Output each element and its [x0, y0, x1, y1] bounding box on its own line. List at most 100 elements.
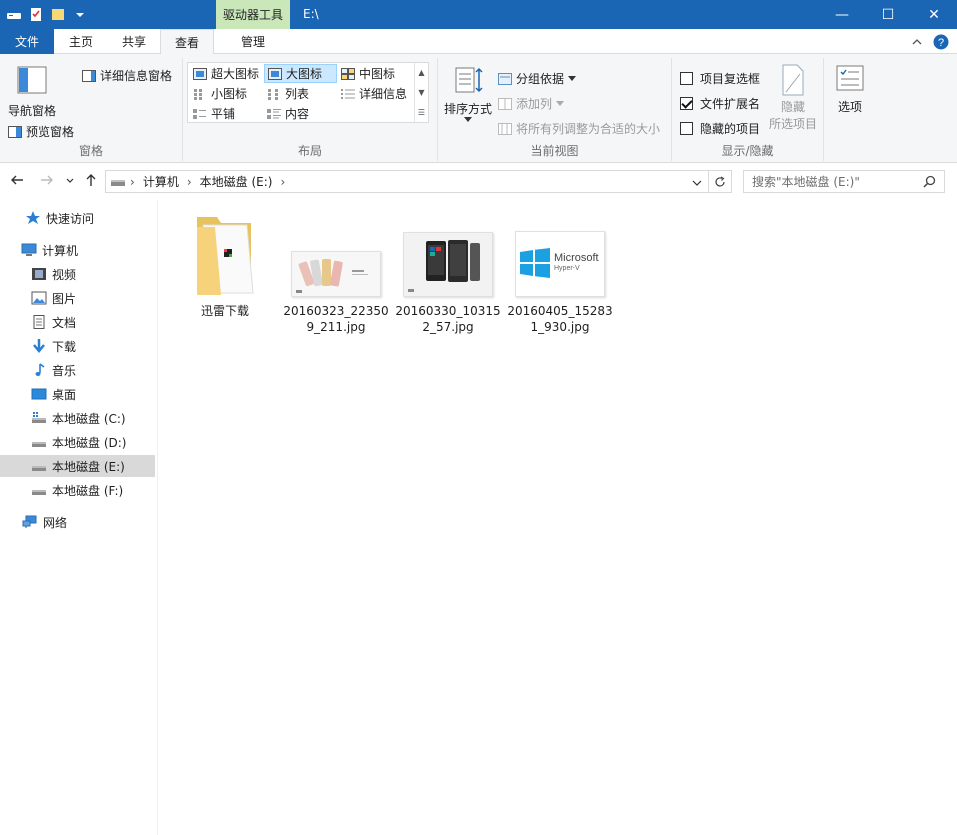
- breadcrumb-computer[interactable]: 计算机: [143, 173, 179, 190]
- properties-icon[interactable]: [28, 6, 44, 22]
- layout-large-icons[interactable]: 大图标: [264, 64, 337, 83]
- image-thumbnail: [291, 251, 381, 297]
- nav-label: 音乐: [52, 363, 77, 378]
- nav-item-pictures[interactable]: 图片: [0, 287, 155, 309]
- breadcrumb-separator[interactable]: ›: [130, 175, 135, 189]
- nav-item-music[interactable]: 音乐: [0, 359, 155, 381]
- scroll-down-icon[interactable]: ▼: [418, 88, 424, 97]
- file-item-image[interactable]: Microsoft Hyper-V 20160405_152831_930.jp…: [506, 213, 614, 335]
- new-folder-icon[interactable]: [50, 6, 66, 22]
- sort-icon: [455, 67, 483, 93]
- windows-logo-icon: [520, 248, 550, 278]
- layout-content[interactable]: 内容: [264, 104, 312, 123]
- sort-by-button[interactable]: 排序方式: [442, 64, 494, 122]
- item-checkboxes-checkbox[interactable]: [680, 72, 693, 85]
- options-icon: [836, 65, 864, 91]
- show-hide-group: 项目复选框 文件扩展名 隐藏的项目 隐藏 所选项目 显示/隐藏: [672, 58, 824, 161]
- nav-item-network[interactable]: 网络: [0, 511, 155, 533]
- up-button[interactable]: [84, 173, 98, 191]
- fit-columns-button[interactable]: 将所有列调整为合适的大小: [498, 120, 660, 137]
- content-icon: [267, 108, 281, 119]
- panes-group-label: 窗格: [78, 144, 103, 158]
- add-column-button[interactable]: 添加列: [498, 95, 565, 112]
- address-history-dropdown[interactable]: [692, 175, 702, 189]
- documents-icon: [33, 315, 45, 329]
- item-checkboxes-toggle[interactable]: 项目复选框: [680, 70, 760, 87]
- nav-item-desktop[interactable]: 桌面: [0, 383, 155, 405]
- tab-home[interactable]: 主页: [56, 29, 106, 54]
- ribbon-tab-row: 文件 主页 共享 查看 管理 ?: [0, 29, 957, 55]
- layout-extra-large-label: 超大图标: [211, 67, 260, 81]
- recent-locations-button[interactable]: [66, 173, 74, 191]
- address-bar[interactable]: › 计算机 › 本地磁盘 (E:) ›: [105, 170, 709, 193]
- chevron-down-icon: [692, 180, 702, 186]
- nav-item-drive-c[interactable]: 本地磁盘 (C:): [0, 407, 155, 429]
- file-extensions-checkbox[interactable]: [680, 97, 693, 110]
- nav-label: 本地磁盘 (C:): [52, 411, 126, 426]
- nav-item-documents[interactable]: 文档: [0, 311, 155, 333]
- hide-selected-icon: [782, 64, 804, 96]
- layout-extra-large-icons[interactable]: 超大图标: [190, 64, 262, 83]
- nav-item-downloads[interactable]: 下载: [0, 335, 155, 357]
- breadcrumb-drive-e[interactable]: 本地磁盘 (E:): [200, 173, 273, 190]
- nav-item-drive-f[interactable]: 本地磁盘 (F:): [0, 479, 155, 501]
- layout-medium-label: 中图标: [359, 67, 396, 81]
- nav-item-quick-access[interactable]: 快速访问: [0, 207, 155, 229]
- thumbnail-hyperv-text: Hyper-V: [554, 265, 580, 272]
- tab-file[interactable]: 文件: [0, 29, 54, 54]
- collapse-ribbon-icon[interactable]: [911, 36, 923, 48]
- hide-selected-button[interactable]: 隐藏 所选项目: [766, 64, 820, 132]
- preview-pane-button[interactable]: 预览窗格: [8, 123, 74, 140]
- layout-group-label: 布局: [297, 144, 322, 158]
- layout-small-icons[interactable]: 小图标: [190, 84, 250, 103]
- tab-share[interactable]: 共享: [108, 29, 160, 54]
- forward-button[interactable]: [40, 173, 54, 191]
- expand-gallery-icon[interactable]: ☰: [418, 108, 425, 117]
- navigation-pane-button[interactable]: 导航窗格: [6, 64, 58, 119]
- minimize-button[interactable]: —: [819, 0, 865, 29]
- nav-item-computer[interactable]: 计算机: [0, 239, 155, 261]
- layout-list-label: 列表: [285, 87, 310, 101]
- layout-medium-icons[interactable]: 中图标: [338, 64, 398, 83]
- refresh-icon: [715, 175, 725, 187]
- search-icon[interactable]: [923, 175, 936, 188]
- layout-tiles[interactable]: 平铺: [190, 104, 238, 123]
- file-item-folder[interactable]: 迅雷下载: [171, 213, 279, 319]
- hidden-items-checkbox[interactable]: [680, 122, 693, 135]
- nav-item-drive-e[interactable]: 本地磁盘 (E:): [0, 455, 155, 477]
- scroll-up-icon[interactable]: ▲: [418, 68, 424, 77]
- breadcrumb-separator[interactable]: ›: [280, 175, 285, 189]
- image-thumbnail: Microsoft Hyper-V: [515, 231, 605, 297]
- pictures-icon: [31, 291, 47, 305]
- layout-list[interactable]: 列表: [264, 84, 312, 103]
- tab-manage[interactable]: 管理: [216, 29, 290, 54]
- file-item-image[interactable]: 20160323_223509_211.jpg: [282, 213, 390, 335]
- hidden-items-toggle[interactable]: 隐藏的项目: [680, 120, 760, 137]
- layout-gallery-scroller[interactable]: ▲ ▼ ☰: [414, 63, 428, 122]
- layout-details[interactable]: 详细信息: [338, 84, 410, 103]
- refresh-button[interactable]: [709, 170, 732, 193]
- nav-item-videos[interactable]: 视频: [0, 263, 155, 285]
- nav-item-drive-d[interactable]: 本地磁盘 (D:): [0, 431, 155, 453]
- layout-gallery: 超大图标 大图标 中图标 小图标 列表 详细信息 平铺 内容 ▲ ▼ ☰: [187, 62, 429, 123]
- group-by-button[interactable]: 分组依据: [498, 70, 577, 87]
- tab-view[interactable]: 查看: [160, 29, 214, 55]
- file-extensions-toggle[interactable]: 文件扩展名: [680, 95, 760, 112]
- chevron-down-icon[interactable]: [72, 6, 88, 22]
- window-controls: — ☐ ✕: [819, 0, 957, 29]
- back-button[interactable]: [10, 173, 24, 191]
- breadcrumb-separator[interactable]: ›: [187, 175, 192, 189]
- file-item-image[interactable]: 20160330_103152_57.jpg: [394, 213, 502, 335]
- computer-icon: [21, 243, 37, 256]
- chevron-down-icon: [66, 178, 74, 183]
- drive-icon[interactable]: [6, 6, 22, 22]
- maximize-button[interactable]: ☐: [865, 0, 911, 29]
- help-icon[interactable]: ?: [933, 34, 949, 50]
- close-button[interactable]: ✕: [911, 0, 957, 29]
- options-button[interactable]: 选项: [830, 64, 870, 115]
- details-pane-button[interactable]: 详细信息窗格: [82, 67, 172, 84]
- desktop-icon: [31, 388, 47, 400]
- options-label: 选项: [837, 100, 862, 114]
- search-box[interactable]: 搜索"本地磁盘 (E:)": [743, 170, 945, 193]
- chevron-down-icon: [464, 117, 472, 122]
